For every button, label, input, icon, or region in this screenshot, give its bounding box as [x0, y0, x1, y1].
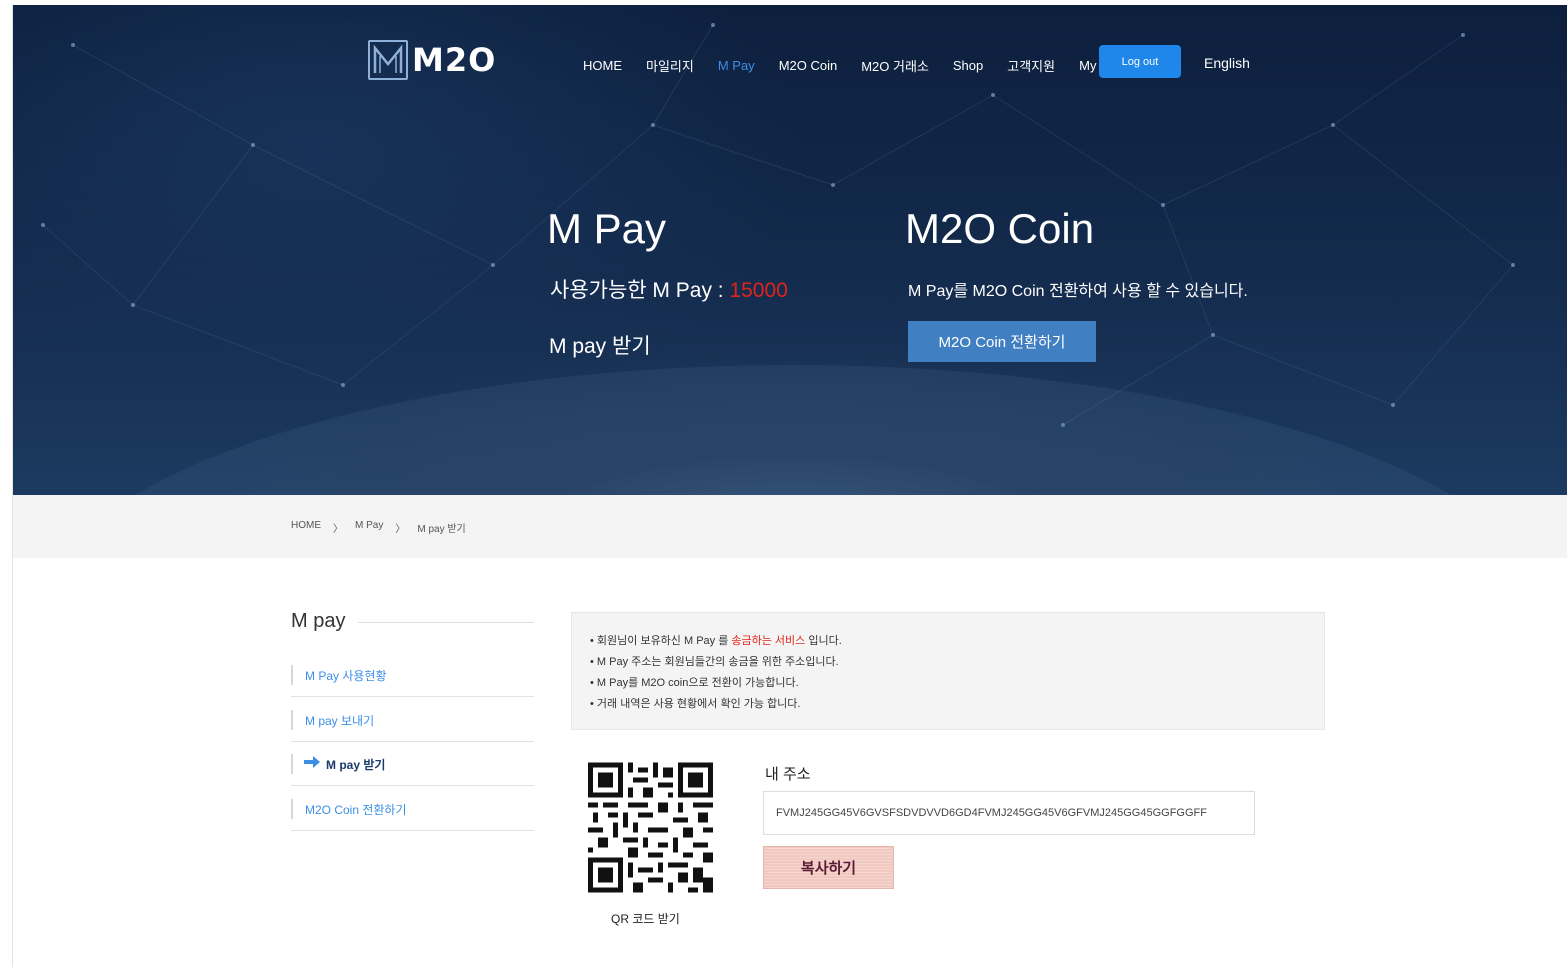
notice-line: • M Pay를 M2O coin으로 전환이 가능합니다.	[590, 677, 799, 689]
sidebar-item-coin-convert[interactable]: M2O Coin 전환하기	[291, 787, 534, 831]
brand-logo[interactable]: M2O	[368, 40, 496, 80]
logo-mark-icon	[368, 40, 408, 80]
notice-text: • 회원님이 보유하신 M Pay 를	[590, 635, 732, 647]
nav-item-mpay[interactable]: M Pay	[718, 58, 755, 73]
qr-code-image	[588, 762, 713, 893]
sidebar-item-mpay-usage[interactable]: M Pay 사용현황	[291, 653, 534, 697]
breadcrumb-bar: HOME 〉 M Pay 〉 M pay 받기	[13, 495, 1567, 558]
nav-item-exchange[interactable]: M2O 거래소	[861, 56, 929, 75]
notice-text: 입니다.	[805, 635, 842, 647]
available-label: 사용가능한 M Pay :	[550, 279, 730, 302]
sidebar-item-label: M Pay 사용현황	[305, 669, 387, 683]
page: M2O HOME 마일리지 M Pay M2O Coin M2O 거래소 Sho…	[12, 5, 1567, 967]
logout-button[interactable]: Log out	[1099, 45, 1181, 78]
breadcrumb-current: M pay 받기	[417, 524, 466, 535]
notice-line: • 거래 내역은 사용 현황에서 확인 가능 합니다.	[590, 698, 801, 710]
address-label: 내 주소	[765, 766, 811, 783]
sidebar-item-bar	[291, 665, 293, 685]
sidebar-item-mpay-send[interactable]: M pay 보내기	[291, 698, 534, 742]
copy-button[interactable]: 복사하기	[763, 846, 894, 889]
receive-mpay-label: M pay 받기	[549, 335, 651, 358]
sidebar-title-divider	[358, 622, 534, 623]
coin-description: M Pay를 M2O Coin 전환하여 사용 할 수 있습니다.	[908, 283, 1248, 300]
sidebar-item-bar	[291, 754, 293, 774]
sidebar-title: M pay	[291, 610, 346, 632]
available-mpay: 사용가능한 M Pay : 15000	[550, 274, 788, 304]
breadcrumb-separator: 〉	[333, 524, 343, 535]
sidebar-item-label: M2O Coin 전환하기	[305, 803, 407, 817]
notice-line: • M Pay 주소는 회원님들간의 송금을 위한 주소입니다.	[590, 656, 839, 668]
nav-item-home[interactable]: HOME	[583, 58, 622, 73]
notice-line: • 회원님이 보유하신 M Pay 를 송금하는 서비스 입니다.	[590, 632, 842, 648]
notice-box: • 회원님이 보유하신 M Pay 를 송금하는 서비스 입니다. • M Pa…	[571, 612, 1325, 730]
sidebar-item-label: M pay 보내기	[305, 714, 375, 728]
notice-highlight: 송금하는 서비스	[731, 635, 806, 647]
breadcrumb-home[interactable]: HOME	[291, 520, 321, 535]
available-value: 15000	[729, 279, 788, 302]
nav-item-mileage[interactable]: 마일리지	[646, 56, 694, 75]
nav-item-m2o-coin[interactable]: M2O Coin	[779, 58, 838, 73]
breadcrumb-separator: 〉	[395, 524, 406, 535]
address-field[interactable]: FVMJ245GG45V6GVSFSDVDVVD6GD4FVMJ245GG45V…	[763, 791, 1255, 835]
nav-item-support[interactable]: 고객지원	[1007, 56, 1055, 75]
coin-title: M2O Coin	[905, 205, 1095, 252]
main-nav: HOME 마일리지 M Pay M2O Coin M2O 거래소 Shop 고객…	[583, 50, 1154, 80]
sidebar-item-mpay-receive[interactable]: M pay 받기	[291, 742, 534, 786]
arrow-right-icon	[304, 756, 320, 768]
nav-item-shop[interactable]: Shop	[953, 58, 983, 73]
hero-banner: M2O HOME 마일리지 M Pay M2O Coin M2O 거래소 Sho…	[13, 5, 1567, 495]
sidebar-item-bar	[291, 799, 293, 819]
breadcrumb: HOME 〉 M Pay 〉 M pay 받기	[291, 520, 478, 535]
language-link[interactable]: English	[1204, 55, 1250, 71]
breadcrumb-mpay[interactable]: M Pay	[355, 520, 383, 535]
sidebar-item-label: M pay 받기	[326, 758, 386, 772]
sidebar-item-bar	[291, 710, 293, 730]
qr-code-caption[interactable]: QR 코드 받기	[611, 910, 680, 927]
convert-coin-button[interactable]: M2O Coin 전환하기	[908, 321, 1096, 362]
logo-text: M2O	[412, 41, 497, 79]
mpay-title: M Pay	[547, 205, 667, 252]
